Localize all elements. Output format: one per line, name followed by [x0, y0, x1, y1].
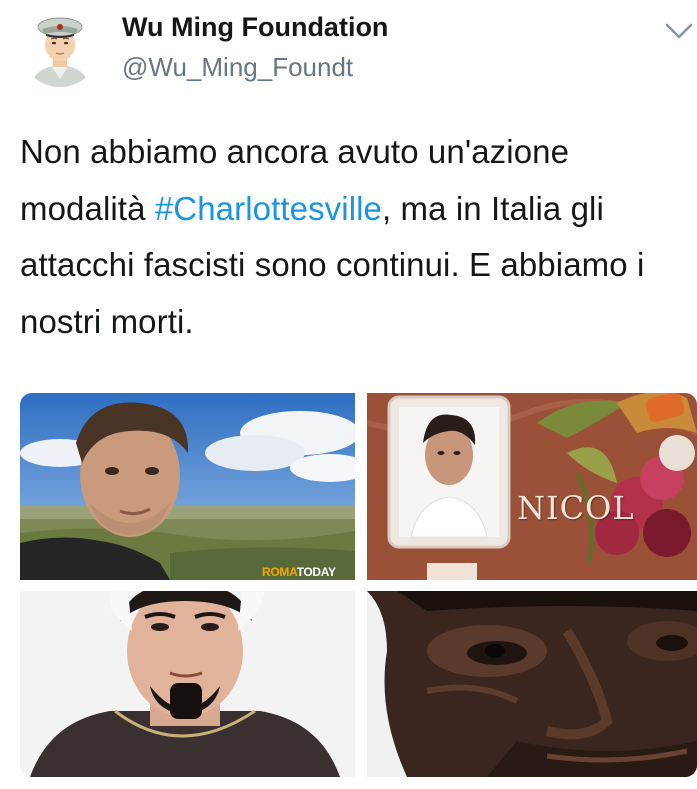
cartoon-officer-avatar-icon [20, 7, 100, 87]
author-avatar[interactable] [20, 7, 100, 87]
photo-man-portrait [20, 591, 355, 777]
photo-face-closeup [367, 591, 697, 777]
media-photo-1[interactable]: ROMATODAY [20, 393, 355, 580]
photo-man-landscape [20, 393, 355, 580]
photo-memorial-plaque [367, 393, 697, 580]
tweet-menu-button[interactable] [664, 20, 694, 42]
media-photo-4[interactable] [367, 591, 697, 777]
plaque-text: NICOL [517, 489, 635, 527]
media-photo-2[interactable]: NICOL [367, 393, 697, 580]
tweet-text: Non abbiamo ancora avuto un'azione modal… [20, 124, 692, 350]
media-photo-3[interactable] [20, 591, 355, 777]
tweet-card: Wu Ming Foundation @Wu_Ming_Foundt Non a… [0, 0, 697, 789]
media-grid: ROMATODAY NICOL [20, 393, 697, 777]
hashtag-link[interactable]: #Charlottesville [155, 190, 382, 227]
chevron-down-icon [665, 23, 693, 39]
author-handle[interactable]: @Wu_Ming_Foundt [122, 52, 353, 83]
romatoday-watermark: ROMATODAY [262, 565, 336, 579]
author-display-name[interactable]: Wu Ming Foundation [122, 12, 388, 43]
